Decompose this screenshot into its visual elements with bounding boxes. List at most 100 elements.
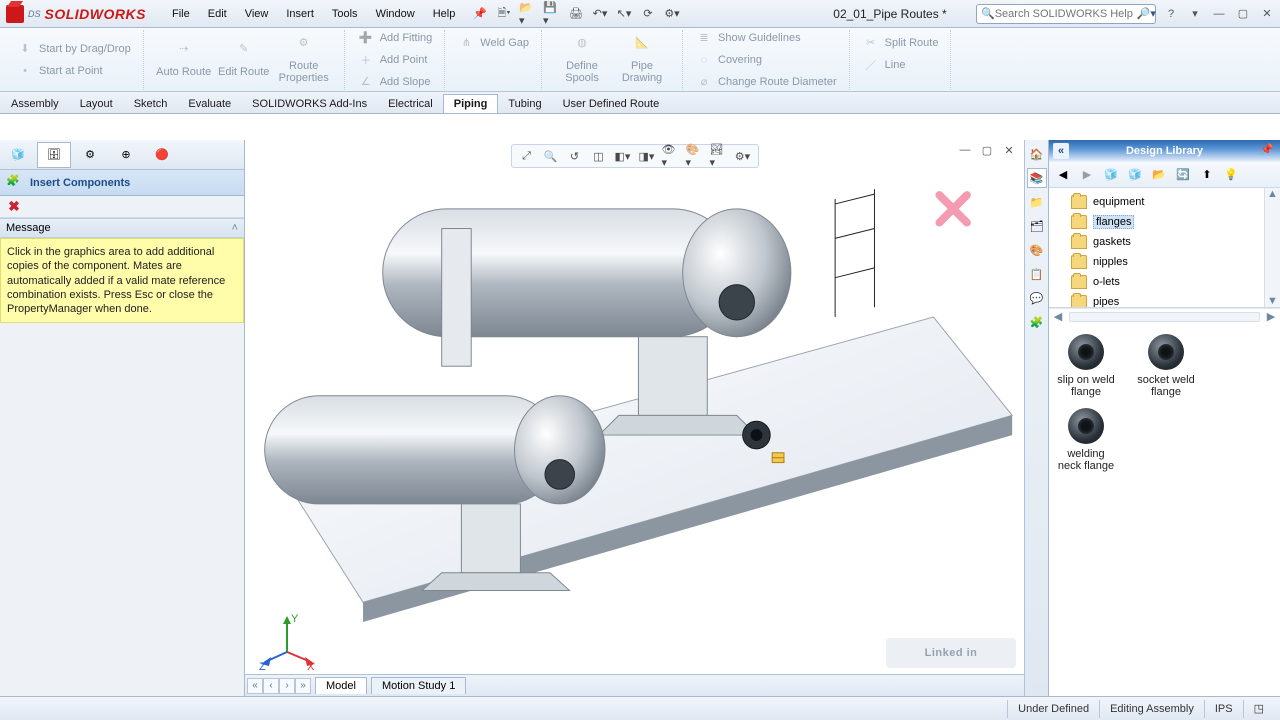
tp-resources-icon[interactable]: 🧩 [1027,312,1047,332]
feature-manager-tab[interactable]: 🧊 [1,142,35,168]
show-guidelines-button[interactable]: ≣Show Guidelines [695,29,837,47]
tp-custom-props-icon[interactable]: 📋 [1027,264,1047,284]
menu-insert[interactable]: Insert [278,4,322,24]
tree-vertical-scrollbar[interactable]: ▲▼ [1264,188,1280,307]
configuration-manager-tab[interactable]: ⚙ [73,142,107,168]
auto-route-button[interactable]: ⇢Auto Route [156,42,212,78]
dimxpert-manager-tab[interactable]: ⊕ [109,142,143,168]
help-icon[interactable]: ? [1162,6,1180,22]
menu-edit[interactable]: Edit [200,4,235,24]
pm-section-message-header[interactable]: Message ˄ [0,218,244,238]
pipe-drawing-button[interactable]: 📐Pipe Drawing [614,36,670,84]
menu-tools[interactable]: Tools [324,4,366,24]
tab-motion-study-1[interactable]: Motion Study 1 [371,677,466,694]
edit-route-button[interactable]: ✎Edit Route [216,42,272,78]
define-spools-button[interactable]: ◍Define Spools [554,36,610,84]
status-units[interactable]: IPS [1204,700,1243,718]
scroll-left-icon[interactable]: ◀ [1049,310,1067,324]
graphics-area[interactable]: ⤢ 🔍 ↺ ◫ ◧▾ ◨▾ 👁▾ 🎨▾ 🏞▾ ⚙▾ [245,140,1024,696]
collapse-panel-icon[interactable]: « [1053,143,1069,159]
tab-piping[interactable]: Piping [443,94,499,113]
maximize-button[interactable]: ▢ [1234,6,1252,22]
dl-up-icon[interactable]: ⬆ [1197,165,1217,185]
tp-forums-icon[interactable]: 💬 [1027,288,1047,308]
options-icon[interactable]: ⚙▾ [663,5,681,23]
child-close-button[interactable]: ✕ [1000,142,1018,158]
line-button[interactable]: ／Line [862,56,939,74]
save-icon[interactable]: 💾▾ [543,5,561,23]
tab-evaluate[interactable]: Evaluate [177,94,242,113]
weld-gap-button[interactable]: ⋔Weld Gap [457,34,529,52]
menu-help[interactable]: Help [425,4,464,24]
dl-refresh-icon[interactable]: 🔄 [1173,165,1193,185]
new-doc-icon[interactable]: 🗎▾ [495,5,513,23]
search-go-icon[interactable]: 🔎 [1137,6,1151,22]
tree-node-nipples[interactable]: nipples [1059,252,1278,272]
tab-next-button[interactable]: › [279,678,295,694]
select-icon[interactable]: ↖▾ [615,5,633,23]
dl-forward-icon[interactable]: ▶ [1077,165,1097,185]
add-slope-button[interactable]: ∠Add Slope [357,73,433,91]
tree-node-o-lets[interactable]: o-lets [1059,272,1278,292]
rebuild-icon[interactable]: ⟳ [639,5,657,23]
tree-node-pipes[interactable]: pipes [1059,292,1278,308]
menu-window[interactable]: Window [368,4,423,24]
close-button[interactable]: ✕ [1258,6,1276,22]
tab-tubing[interactable]: Tubing [497,94,552,113]
item-slip-on-weld-flange[interactable]: slip on weld flange [1055,334,1117,398]
tp-home-icon[interactable]: 🏠 [1027,144,1047,164]
scroll-track[interactable] [1069,312,1260,322]
route-properties-button[interactable]: ⚙Route Properties [276,36,332,84]
tp-file-explorer-icon[interactable]: 📁 [1027,192,1047,212]
dl-config-icon[interactable]: 💡 [1221,165,1241,185]
tab-electrical[interactable]: Electrical [377,94,444,113]
tab-layout[interactable]: Layout [69,94,124,113]
start-by-drag-drop-button[interactable]: ⬇Start by Drag/Drop [16,40,131,58]
pm-cancel-button[interactable]: ✖ [6,199,22,215]
tab-prev-button[interactable]: ‹ [263,678,279,694]
tab-user-defined-route[interactable]: User Defined Route [552,94,671,113]
help-search[interactable]: 🔍 🔎 ▾ [976,4,1156,24]
item-socket-weld-flange[interactable]: socket weld flange [1135,334,1197,398]
tab-sketch[interactable]: Sketch [123,94,179,113]
tp-appearances-icon[interactable]: 🎨 [1027,240,1047,260]
tp-design-library-icon[interactable]: 📚 [1027,168,1047,188]
menu-view[interactable]: View [237,4,277,24]
design-library-tree[interactable]: equipment flanges gaskets nipples o-lets… [1049,188,1280,308]
change-route-diameter-button[interactable]: ⌀Change Route Diameter [695,73,837,91]
tab-model[interactable]: Model [315,677,367,694]
dl-add-folder-icon[interactable]: 🧊 [1125,165,1145,185]
add-fitting-button[interactable]: ➕Add Fitting [357,29,433,47]
dl-back-icon[interactable]: ◀ [1053,165,1073,185]
item-welding-neck-flange[interactable]: welding neck flange [1055,408,1117,472]
pin-panel-icon[interactable]: 📌 [1260,143,1276,159]
tab-first-button[interactable]: « [247,678,263,694]
minimize-button[interactable]: — [1210,6,1228,22]
property-manager-tab[interactable]: 🗄 [37,142,71,168]
tab-addins[interactable]: SOLIDWORKS Add-Ins [241,94,378,113]
help-search-input[interactable] [995,8,1137,20]
pin-menu-icon[interactable]: 📌 [473,7,487,20]
tab-last-button[interactable]: » [295,678,311,694]
dl-open-folder-icon[interactable]: 📂 [1149,165,1169,185]
status-expand-icon[interactable]: ◳ [1243,700,1274,718]
print-icon[interactable]: 🖨 [567,5,585,23]
open-doc-icon[interactable]: 📂▾ [519,5,537,23]
menu-file[interactable]: File [164,4,198,24]
tree-horizontal-scrollbar[interactable]: ◀ ▶ [1049,308,1280,324]
scroll-right-icon[interactable]: ▶ [1262,310,1280,324]
undo-icon[interactable]: ↶▾ [591,5,609,23]
covering-button[interactable]: ◌Covering [695,51,837,69]
tree-node-flanges[interactable]: flanges [1059,212,1278,232]
help-dropdown-icon[interactable]: ▾ [1186,6,1204,22]
dl-add-file-icon[interactable]: 🧊 [1101,165,1121,185]
split-route-button[interactable]: ✂Split Route [862,34,939,52]
search-dropdown-icon[interactable]: ▾ [1150,6,1156,22]
child-minimize-button[interactable]: — [956,142,974,158]
tree-node-equipment[interactable]: equipment [1059,192,1278,212]
tab-assembly[interactable]: Assembly [0,94,70,113]
display-manager-tab[interactable]: 🔴 [145,142,179,168]
child-maximize-button[interactable]: ▢ [978,142,996,158]
tp-view-palette-icon[interactable]: 🗂 [1027,216,1047,236]
add-point-button[interactable]: ＋Add Point [357,51,433,69]
